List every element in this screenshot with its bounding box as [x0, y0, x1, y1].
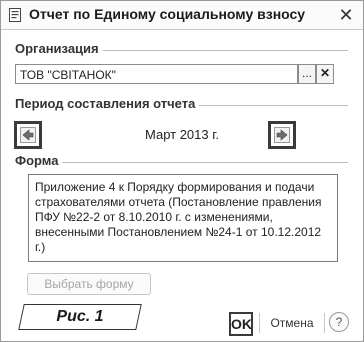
organization-label: Организация	[15, 41, 103, 56]
organization-clear-button[interactable]: ✕	[316, 64, 334, 84]
organization-select-button[interactable]: ...	[298, 64, 316, 84]
close-button[interactable]: ✕	[335, 4, 357, 26]
organization-field[interactable]: ТОВ "СВІТАНОК"	[15, 64, 298, 84]
period-label: Период составления отчета	[15, 96, 200, 111]
period-value: Март 2013 г.	[144, 127, 219, 142]
figure-caption: Рис. 1	[56, 308, 104, 325]
form-group-divider	[15, 162, 348, 163]
next-period-button[interactable]	[268, 121, 296, 149]
title-bar: Отчет по Единому социальному взносу ✕	[1, 1, 363, 30]
arrow-right-icon	[276, 129, 288, 141]
document-icon	[9, 8, 21, 22]
dialog-title: Отчет по Единому социальному взносу	[29, 6, 306, 22]
form-label: Форма	[15, 153, 63, 168]
form-description: Приложение 4 к Порядку формирования и по…	[28, 174, 338, 262]
cancel-button[interactable]: Отмена	[259, 313, 325, 333]
next-period-button-face	[274, 127, 290, 143]
help-button[interactable]: ?	[329, 312, 349, 332]
ok-button[interactable]: OK	[229, 312, 253, 336]
report-dialog: Отчет по Единому социальному взносу ✕ Ор…	[0, 0, 364, 342]
select-form-button[interactable]: Выбрать форму	[27, 273, 151, 295]
